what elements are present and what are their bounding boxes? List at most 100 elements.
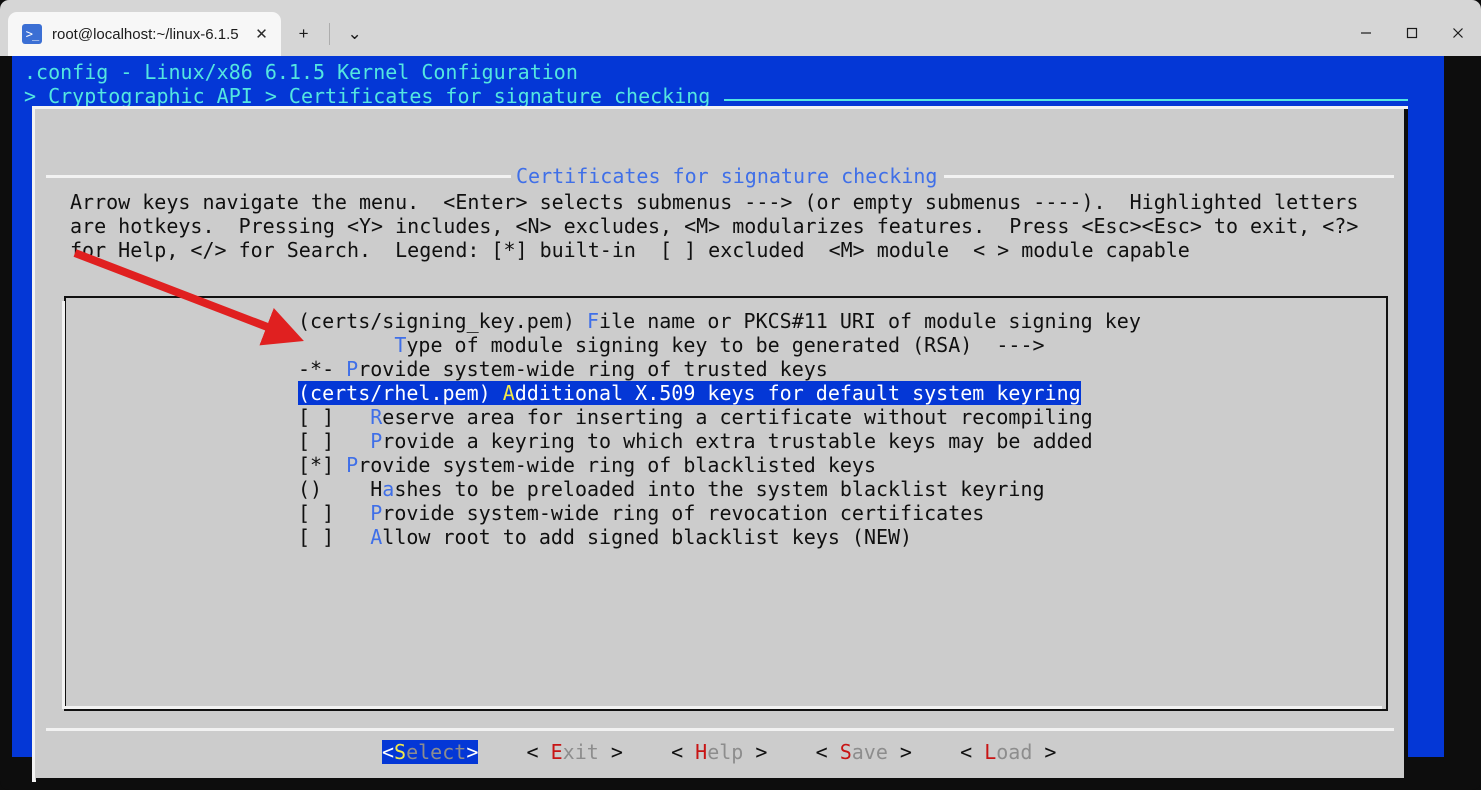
button-gap bbox=[623, 740, 671, 764]
button-gap bbox=[478, 740, 526, 764]
breadcrumb: > Cryptographic API > Certificates for s… bbox=[24, 84, 711, 108]
terminal-tab[interactable]: >_ root@localhost:~/linux-6.1.5 ✕ bbox=[8, 12, 281, 56]
menu-items: (certs/signing_key.pem) File name or PKC… bbox=[298, 309, 1141, 549]
button-close-bracket: > bbox=[598, 740, 623, 764]
button-label: xit bbox=[562, 740, 599, 764]
button-close-bracket: > bbox=[887, 740, 912, 764]
menu-row-prefix bbox=[298, 333, 394, 357]
button-open-bracket: < bbox=[671, 740, 696, 764]
menu-row-prefix: [ ] bbox=[298, 525, 371, 549]
button-hotkey: H bbox=[695, 740, 708, 764]
tab-strip: >_ root@localhost:~/linux-6.1.5 ✕ + ⌄ bbox=[0, 0, 372, 56]
menu-row[interactable]: -*- Provide system-wide ring of trusted … bbox=[298, 357, 1141, 381]
menu-row-prefix: [ ] bbox=[298, 501, 371, 525]
dialog-help-text: Arrow keys navigate the menu. <Enter> se… bbox=[70, 190, 1359, 262]
button-xit[interactable]: < Exit > bbox=[527, 740, 623, 764]
button-open-bracket: < bbox=[815, 740, 840, 764]
menu-row-label: shes to be preloaded into the system bla… bbox=[394, 477, 1045, 501]
minimize-icon[interactable] bbox=[1343, 10, 1389, 56]
menu-row[interactable]: [*] Provide system-wide ring of blacklis… bbox=[298, 453, 1141, 477]
menuconfig-header: .config - Linux/x86 6.1.5 Kernel Configu… bbox=[24, 60, 710, 108]
menu-row-prefix: -*- bbox=[298, 357, 347, 381]
tab-strip-divider bbox=[328, 23, 330, 45]
menu-row-text[interactable]: [ ] Provide system-wide ring of revocati… bbox=[298, 501, 984, 525]
menu-row[interactable]: () Hashes to be preloaded into the syste… bbox=[298, 477, 1141, 501]
menu-row-label: rovide system-wide ring of revocation ce… bbox=[382, 501, 985, 525]
dialog-title-rule-left bbox=[46, 175, 511, 178]
button-ave[interactable]: < Save > bbox=[816, 740, 912, 764]
maximize-icon[interactable] bbox=[1389, 10, 1435, 56]
menu-row-label: rovide system-wide ring of blacklisted k… bbox=[358, 453, 876, 477]
menu-row-hotkey: P bbox=[370, 429, 383, 453]
window-controls bbox=[1343, 10, 1481, 56]
button-close-bracket: > bbox=[1032, 740, 1057, 764]
dialog-title-rule-right bbox=[944, 175, 1394, 178]
menu-row[interactable]: (certs/signing_key.pem) File name or PKC… bbox=[298, 309, 1141, 333]
button-hotkey: E bbox=[550, 740, 563, 764]
button-elp[interactable]: < Help > bbox=[671, 740, 767, 764]
menu-row-prefix: [ ] bbox=[298, 429, 371, 453]
button-oad[interactable]: < Load > bbox=[960, 740, 1056, 764]
button-hotkey: S bbox=[394, 740, 407, 764]
menu-row-hotkey: a bbox=[382, 477, 395, 501]
menu-row-hotkey: A bbox=[502, 381, 515, 405]
menu-row-label: ype of module signing key to be generate… bbox=[406, 333, 1045, 357]
menu-row-text[interactable]: (certs/signing_key.pem) File name or PKC… bbox=[298, 309, 1141, 333]
menu-row-text[interactable]: Type of module signing key to be generat… bbox=[298, 333, 1045, 357]
menu-row[interactable]: Type of module signing key to be generat… bbox=[298, 333, 1141, 357]
menu-row-hotkey: T bbox=[394, 333, 407, 357]
button-open-bracket: < bbox=[960, 740, 985, 764]
menu-row-text[interactable]: () Hashes to be preloaded into the syste… bbox=[298, 477, 1045, 501]
menu-row-hotkey: P bbox=[346, 357, 359, 381]
menu-row-prefix: [*] bbox=[298, 453, 347, 477]
menu-row-prefix: (certs/signing_key.pem) bbox=[298, 309, 587, 333]
menu-row-text[interactable]: [ ] Provide a keyring to which extra tru… bbox=[298, 429, 1093, 453]
terminal-canvas[interactable]: .config - Linux/x86 6.1.5 Kernel Configu… bbox=[0, 56, 1481, 790]
menu-row-selected[interactable]: (certs/rhel.pem) Additional X.509 keys f… bbox=[298, 381, 1081, 405]
header-title: .config - Linux/x86 6.1.5 Kernel Configu… bbox=[24, 60, 578, 84]
menu-row-text[interactable]: [ ] Reserve area for inserting a certifi… bbox=[298, 405, 1093, 429]
menu-row[interactable]: [ ] Reserve area for inserting a certifi… bbox=[298, 405, 1141, 429]
title-bar: >_ root@localhost:~/linux-6.1.5 ✕ + ⌄ bbox=[0, 0, 1481, 56]
tab-close-icon[interactable]: ✕ bbox=[249, 21, 275, 47]
close-icon[interactable] bbox=[1435, 10, 1481, 56]
tab-title: root@localhost:~/linux-6.1.5 bbox=[52, 25, 239, 43]
button-label: elp bbox=[707, 740, 744, 764]
menu-row-hotkey: R bbox=[370, 405, 383, 429]
menu-row-text[interactable]: -*- Provide system-wide ring of trusted … bbox=[298, 357, 828, 381]
menu-row-text[interactable]: [*] Provide system-wide ring of blacklis… bbox=[298, 453, 876, 477]
button-gap bbox=[767, 740, 815, 764]
menu-box-highlight-left bbox=[62, 301, 65, 707]
menu-row[interactable]: [ ] Allow root to add signed blacklist k… bbox=[298, 525, 1141, 549]
menu-row[interactable]: [ ] Provide system-wide ring of revocati… bbox=[298, 501, 1141, 525]
menu-row-label: rovide a keyring to which extra trustabl… bbox=[382, 429, 1093, 453]
button-label: elect bbox=[406, 740, 467, 764]
tab-dropdown-button[interactable]: ⌄ bbox=[338, 17, 372, 51]
button-close-bracket: > bbox=[743, 740, 768, 764]
button-open-bracket: < bbox=[526, 740, 551, 764]
menu-row-text[interactable]: [ ] Allow root to add signed blacklist k… bbox=[298, 525, 912, 549]
menu-row[interactable]: [ ] Provide a keyring to which extra tru… bbox=[298, 429, 1141, 453]
dialog-highlight-left bbox=[32, 106, 35, 782]
new-tab-button[interactable]: + bbox=[287, 17, 321, 51]
menu-row[interactable]: (certs/rhel.pem) Additional X.509 keys f… bbox=[298, 381, 1141, 405]
menu-row-hotkey: P bbox=[370, 501, 383, 525]
terminal-window: >_ root@localhost:~/linux-6.1.5 ✕ + ⌄ .c… bbox=[0, 0, 1481, 790]
menu-row-label: eserve area for inserting a certificate … bbox=[382, 405, 1093, 429]
powershell-prompt-icon: >_ bbox=[22, 24, 42, 44]
button-elect[interactable]: <Select> bbox=[382, 740, 479, 764]
button-hotkey: L bbox=[984, 740, 997, 764]
button-open-bracket: < bbox=[382, 740, 395, 764]
button-bar-separator bbox=[46, 728, 1394, 731]
menu-row-label: ile name or PKCS#11 URI of module signin… bbox=[599, 309, 1141, 333]
button-gap bbox=[912, 740, 960, 764]
menu-row-label: dditional X.509 keys for default system … bbox=[514, 381, 1081, 405]
menu-row-label: llow root to add signed blacklist keys (… bbox=[382, 525, 913, 549]
dialog-highlight-top bbox=[32, 106, 1408, 109]
menu-row-hotkey: P bbox=[346, 453, 359, 477]
menu-row-prefix: [ ] bbox=[298, 405, 371, 429]
menu-row-prefix: () H bbox=[298, 477, 383, 501]
menu-box-highlight-bottom bbox=[62, 706, 1382, 709]
menu-row-hotkey: F bbox=[586, 309, 600, 333]
menu-row-hotkey: A bbox=[370, 525, 383, 549]
